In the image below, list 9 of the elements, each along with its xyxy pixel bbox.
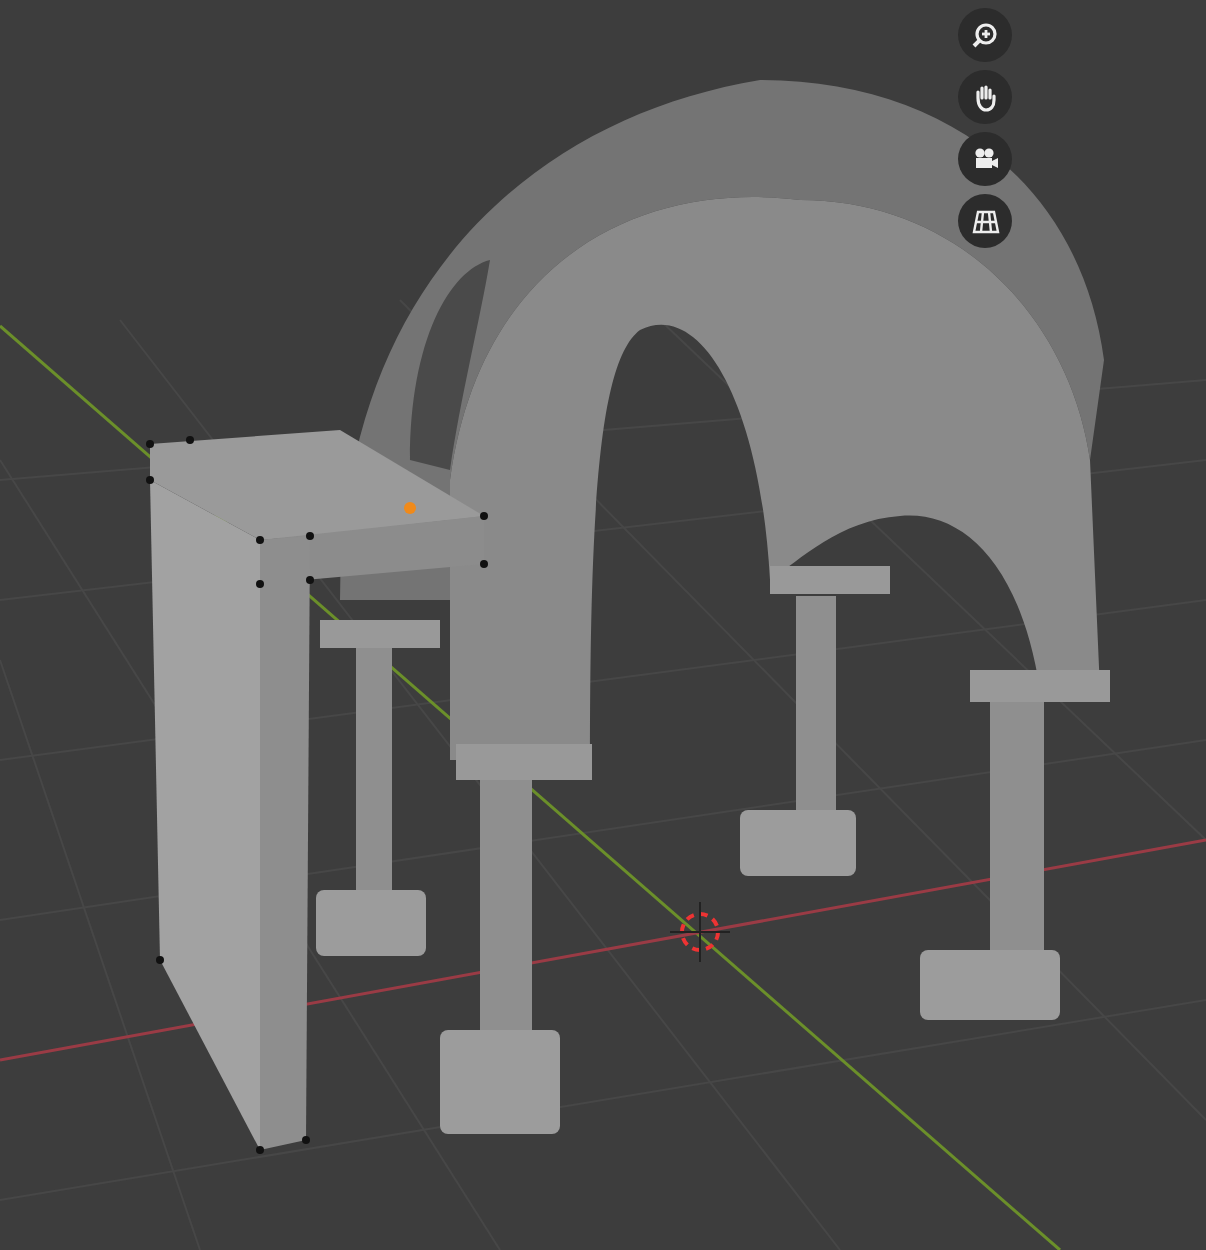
- cursor-icon: [669, 901, 731, 963]
- pan-button[interactable]: [958, 70, 1012, 124]
- magnifier-icon: [971, 21, 999, 49]
- arch-model-drawing[interactable]: [146, 80, 1110, 1154]
- grid-icon: [971, 207, 999, 235]
- zoom-button[interactable]: [958, 8, 1012, 62]
- viewport[interactable]: [0, 0, 1206, 1250]
- hand-icon: [971, 83, 999, 111]
- camera-icon: [971, 145, 999, 173]
